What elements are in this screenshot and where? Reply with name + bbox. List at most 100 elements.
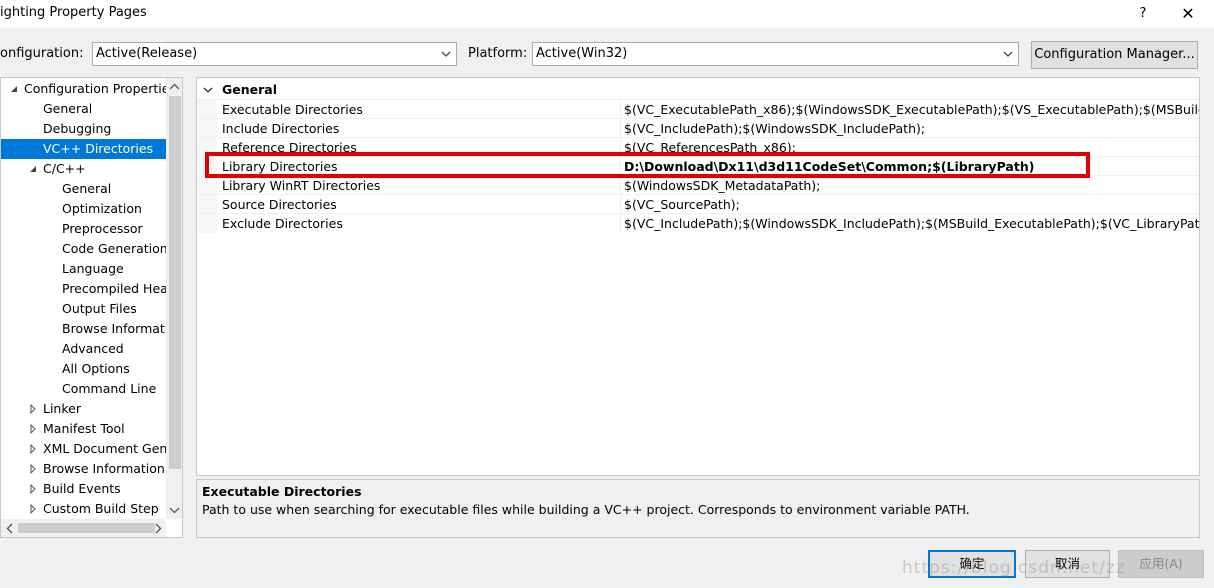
column-separator [620,214,621,233]
property-row[interactable]: Exclude Directories $(VC_IncludePath);$(W… [197,213,1199,233]
row-gutter [197,214,217,233]
scroll-up-icon[interactable] [169,82,180,92]
highlight-box [205,152,1090,178]
property-row[interactable]: Source Directories $(VC_SourcePath); [197,194,1199,214]
tree-item-label: Command Line [62,381,157,396]
property-name: Source Directories [222,197,337,212]
column-separator [620,100,621,119]
property-value[interactable]: $(VC_SourcePath); [624,197,740,212]
tree-item-label: XML Document Gene [43,441,176,456]
property-row[interactable]: Executable Directories $(VC_ExecutablePat… [197,99,1199,119]
property-row[interactable]: Include Directories $(VC_IncludePath);$(W… [197,118,1199,138]
chevron-down-icon [1003,51,1013,57]
tree-item-label: All Options [62,361,130,376]
tree-item-label: Linker [43,401,81,416]
property-name: Executable Directories [222,102,363,117]
tree-vertical-scroll-thumb[interactable] [169,96,181,469]
property-value[interactable]: $(VC_IncludePath);$(WindowsSDK_IncludePa… [624,121,925,136]
tree-item[interactable]: Advanced [1,339,166,359]
tree-item-label: Debugging [43,121,112,136]
tree-item[interactable]: Command Line [1,379,166,399]
tree-item[interactable]: Manifest Tool [1,419,166,439]
tree-item[interactable]: XML Document Gene [1,439,175,459]
window-title: ighting Property Pages [0,5,147,20]
tree-item[interactable]: Precompiled Head [1,279,176,299]
tree-horizontal-scroll-thumb[interactable] [18,523,155,533]
tree-item[interactable]: Language [1,259,166,279]
collapsed-triangle-icon[interactable] [28,404,38,414]
tree-item[interactable]: Configuration Properties [1,79,176,99]
tree-item-label: Code Generation [62,241,168,256]
collapse-icon[interactable] [203,85,213,95]
tree-item-label: Preprocessor [62,221,143,236]
tree-item[interactable]: C/C++ [1,159,166,179]
tree-item[interactable]: Browse Information [1,459,166,479]
tree-item-label: Language [62,261,124,276]
scroll-left-icon[interactable] [5,523,15,534]
expanded-triangle-icon[interactable] [28,164,38,174]
apply-button[interactable]: 应用(A) [1118,550,1204,578]
tree-item[interactable]: General [1,99,166,119]
tree-item[interactable]: Build Events [1,479,166,499]
collapsed-triangle-icon[interactable] [28,504,38,514]
chevron-down-icon [441,51,451,57]
tree-item[interactable]: Code Generation [1,239,168,259]
property-name: Include Directories [222,121,340,136]
tree-item-label: Precompiled Head [62,281,176,296]
tree-item[interactable]: General [1,179,166,199]
configuration-manager-button[interactable]: Configuration Manager... [1031,41,1198,69]
property-grid: General Executable Directories $(VC_Execu… [196,77,1200,476]
tree-item-label: Advanced [62,341,124,356]
property-value[interactable]: $(VC_IncludePath);$(WindowsSDK_IncludePa… [624,216,1199,231]
row-gutter [197,119,217,138]
property-value[interactable]: $(WindowsSDK_MetadataPath); [624,178,820,193]
grid-section-header[interactable]: General [197,80,1199,99]
row-gutter [197,195,217,214]
tree-item-label: Configuration Properties [24,81,176,96]
tree-item[interactable]: Linker [1,399,166,419]
scroll-down-icon[interactable] [169,505,180,515]
tree-item[interactable]: Debugging [1,119,166,139]
column-separator [620,119,621,138]
tree-item-label: Build Events [43,481,121,496]
collapsed-triangle-icon[interactable] [28,484,38,494]
property-value[interactable]: $(VC_ExecutablePath_x86);$(WindowsSDK_Ex… [624,102,1199,117]
tree-item[interactable]: Output Files [1,299,166,319]
collapsed-triangle-icon[interactable] [28,444,38,454]
tree-item-label: Output Files [62,301,137,316]
row-gutter [197,100,217,119]
tree-item[interactable]: All Options [1,359,166,379]
grid-section-title: General [222,82,277,97]
tree-item[interactable]: Preprocessor [1,219,166,239]
tree-item[interactable]: Optimization [1,199,166,219]
property-tree: Configuration Properties General Debugging… [0,77,183,538]
property-name: Library WinRT Directories [222,178,381,193]
column-separator [620,195,621,214]
row-gutter [197,176,217,195]
tree-item[interactable]: Browse Informatic [1,319,175,339]
help-button[interactable]: ? [1132,2,1154,26]
collapsed-triangle-icon[interactable] [28,424,38,434]
description-title: Executable Directories [202,484,362,499]
tree-item-label: Browse Information [43,461,165,476]
property-name: Exclude Directories [222,216,343,231]
tree-item[interactable]: Custom Build Step [1,499,166,519]
collapsed-triangle-icon[interactable] [28,464,38,474]
platform-dropdown[interactable]: Active(Win32) [532,42,1019,66]
platform-label: Platform: [468,46,528,61]
tree-item-label: Browse Informatic [62,321,176,336]
tree-item-label: General [43,101,93,116]
description-text: Path to use when searching for executabl… [202,502,970,517]
tree-item-label: General [62,181,112,196]
platform-value: Active(Win32) [536,46,628,61]
expanded-triangle-icon[interactable] [9,84,19,94]
column-separator [620,176,621,195]
scroll-right-icon[interactable] [153,523,163,534]
close-button[interactable]: ✕ [1174,2,1202,26]
property-row[interactable]: Library WinRT Directories $(WindowsSDK_Me… [197,175,1199,195]
description-panel: Executable Directories Path to use when … [196,479,1200,538]
tree-item[interactable]: VC++ Directories [1,139,166,159]
configuration-dropdown[interactable]: Active(Release) [92,42,457,66]
tree-item-label: Manifest Tool [43,421,125,436]
tree-item-label: C/C++ [43,161,86,176]
